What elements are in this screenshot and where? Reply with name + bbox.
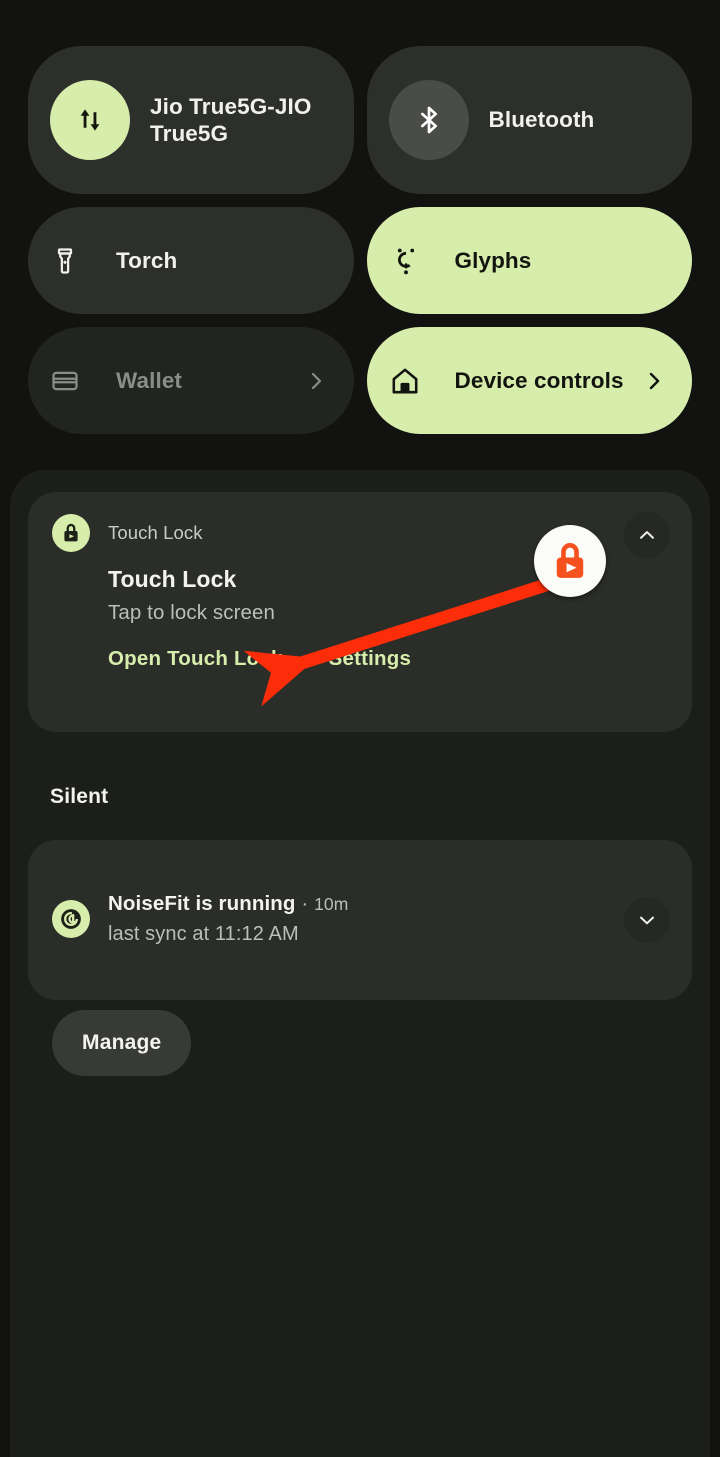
collapse-chevron-up-icon[interactable] bbox=[624, 512, 670, 558]
expand-chevron-down-icon[interactable] bbox=[624, 897, 670, 943]
data-transfer-icon bbox=[50, 80, 130, 160]
noisefit-spiral-icon bbox=[52, 900, 90, 938]
notification-compact-row: NoiseFit is running · 10m last sync at 1… bbox=[28, 840, 692, 946]
lock-play-icon bbox=[52, 514, 90, 552]
notification-text: Tap to lock screen bbox=[108, 601, 276, 624]
qs-tile-glyphs-label: Glyphs bbox=[454, 247, 532, 273]
open-touch-lock-button[interactable]: Open Touch Lock bbox=[108, 647, 283, 671]
notification-texts: NoiseFit is running · 10m last sync at 1… bbox=[108, 892, 348, 946]
qs-tile-glyphs[interactable]: Glyphs bbox=[366, 207, 692, 314]
bluetooth-icon bbox=[388, 80, 469, 160]
flashlight-icon bbox=[50, 246, 96, 276]
qs-tile-internet-label: Jio True5G-JIO True5G bbox=[150, 93, 312, 146]
qs-row-2: Torch Glyphs bbox=[28, 207, 692, 314]
qs-tile-device-controls-label: Device controls bbox=[454, 367, 624, 393]
wallet-card-icon bbox=[50, 366, 96, 396]
chevron-right-icon bbox=[304, 369, 328, 393]
silent-section-header: Silent bbox=[50, 785, 109, 808]
notification-touch-lock[interactable]: Touch Lock Touch Lock Tap to lock screen… bbox=[28, 492, 692, 732]
qs-tile-bluetooth-label: Bluetooth bbox=[488, 107, 595, 133]
qs-row-1: Jio True5G-JIO True5G Bluetooth bbox=[28, 46, 692, 194]
notification-title: Touch Lock bbox=[108, 566, 237, 592]
qs-tile-internet[interactable]: Jio True5G-JIO True5G bbox=[28, 46, 354, 194]
quick-settings-tile-grid: Jio True5G-JIO True5G Bluetooth Torch Gl… bbox=[28, 46, 692, 447]
qs-tile-torch[interactable]: Torch bbox=[28, 207, 354, 314]
chevron-right-icon bbox=[642, 369, 666, 393]
qs-tile-torch-label: Torch bbox=[116, 247, 178, 273]
notification-body: Touch Lock Tap to lock screen bbox=[28, 552, 692, 625]
notification-header: Touch Lock bbox=[28, 492, 692, 552]
qs-tile-device-controls[interactable]: Device controls bbox=[366, 327, 692, 434]
quick-settings-screen: Jio True5G-JIO True5G Bluetooth Torch Gl… bbox=[0, 0, 720, 1457]
notification-actions: Open Touch Lock Settings bbox=[28, 625, 692, 671]
notification-text: last sync at 11:12 AM bbox=[108, 923, 299, 945]
notification-separator: · bbox=[301, 892, 309, 915]
qs-tile-bluetooth[interactable]: Bluetooth bbox=[366, 46, 692, 194]
notification-app-name: Touch Lock bbox=[108, 522, 203, 543]
glyph-face-icon bbox=[389, 244, 435, 278]
qs-row-3: Wallet Device controls bbox=[28, 327, 692, 434]
notification-noisefit[interactable]: NoiseFit is running · 10m last sync at 1… bbox=[28, 840, 692, 1000]
notification-title: NoiseFit is running bbox=[108, 892, 296, 915]
qs-tile-wallet-label: Wallet bbox=[116, 367, 183, 393]
notification-title-line: NoiseFit is running · 10m bbox=[108, 892, 348, 916]
notification-shade: Touch Lock Touch Lock Tap to lock screen… bbox=[10, 470, 710, 1457]
qs-tile-wallet[interactable]: Wallet bbox=[28, 327, 354, 434]
home-icon bbox=[389, 365, 435, 397]
manage-notifications-button[interactable]: Manage bbox=[52, 1010, 192, 1076]
notification-timestamp: 10m bbox=[314, 894, 349, 914]
settings-button[interactable]: Settings bbox=[329, 647, 411, 671]
